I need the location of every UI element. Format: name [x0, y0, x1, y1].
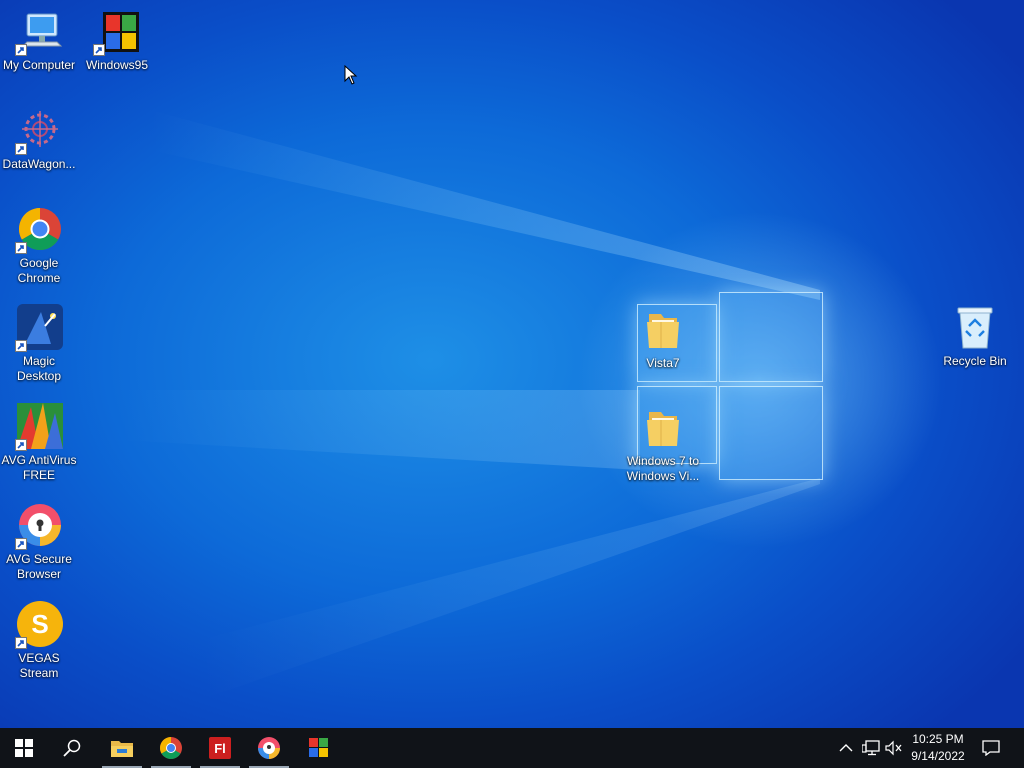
- desktop-icon-vegas-stream[interactable]: S VEGAS Stream: [0, 601, 78, 681]
- taskbar-file-explorer[interactable]: [98, 728, 146, 768]
- desktop-icon-windows95[interactable]: Windows95: [78, 8, 156, 73]
- desktop-icon-label: Magic Desktop: [16, 354, 62, 383]
- chrome-icon: [15, 206, 63, 254]
- action-center-button[interactable]: [981, 738, 1001, 758]
- desktop-icon-label: Google Chrome: [17, 256, 61, 285]
- taskbar: Fl 10:25 PM 9/14/2022: [0, 728, 1024, 768]
- taskbar-avg-secure-browser[interactable]: [245, 728, 293, 768]
- desktop-icon-label: AVG Secure Browser: [6, 552, 72, 581]
- windows-start-icon: [15, 739, 33, 757]
- notification-icon: [982, 740, 1000, 756]
- desktop-icon-magic-desktop[interactable]: Magic Desktop: [0, 304, 78, 384]
- search-button[interactable]: [48, 728, 96, 768]
- desktop-icon-datawagon[interactable]: DataWagon...: [0, 107, 78, 172]
- desktop-icon-label: Vista7: [646, 356, 680, 370]
- file-explorer-icon: [111, 741, 133, 757]
- recycle-bin-icon: [951, 304, 999, 352]
- desktop-icon-label: My Computer: [2, 58, 76, 72]
- taskbar-windows95[interactable]: [294, 728, 342, 768]
- computer-icon: [15, 8, 63, 56]
- windows95-logo-icon: [309, 738, 328, 757]
- desktop-icon-label: DataWagon...: [2, 157, 76, 171]
- svg-text:Fl: Fl: [214, 741, 226, 756]
- wallpaper-logo-pane-br: [719, 386, 823, 480]
- windows95-logo-icon: [93, 8, 141, 56]
- taskbar-flash-app[interactable]: Fl: [196, 728, 244, 768]
- network-icon: [862, 740, 880, 756]
- taskbar-google-chrome[interactable]: [147, 728, 195, 768]
- start-button[interactable]: [0, 728, 48, 768]
- magic-desktop-icon: [15, 304, 63, 352]
- desktop-icon-avg-secure-browser[interactable]: AVG Secure Browser: [0, 502, 78, 582]
- desktop-icon-avg-antivirus[interactable]: AVG AntiVirus FREE: [0, 403, 78, 483]
- wallpaper-light-beams: [120, 110, 820, 700]
- desktop-icon-label: VEGAS Stream: [18, 651, 60, 680]
- wallpaper-logo-pane-tr: [719, 292, 823, 382]
- clock-time: 10:25 PM: [912, 732, 964, 746]
- desktop-icon-my-computer[interactable]: My Computer: [0, 8, 78, 73]
- folder-icon: [639, 404, 687, 452]
- folder-icon: [639, 306, 687, 354]
- desktop-icon-label: Windows 7 to Windows Vi...: [626, 454, 700, 483]
- svg-text:S: S: [31, 609, 48, 639]
- search-icon: [63, 739, 81, 757]
- clock-date: 9/14/2022: [911, 749, 965, 763]
- desktop-icon-label: AVG AntiVirus FREE: [1, 453, 77, 482]
- desktop[interactable]: My Computer Windows95 DataWagon... Googl…: [0, 0, 1024, 728]
- desktop-icon-recycle-bin[interactable]: Recycle Bin: [936, 304, 1014, 369]
- avg-secure-browser-icon: [258, 737, 280, 759]
- vegas-stream-icon: S: [15, 601, 63, 649]
- desktop-icon-windows7-folder[interactable]: Windows 7 to Windows Vi...: [624, 404, 702, 484]
- chevron-up-icon: [839, 744, 853, 752]
- desktop-icon-google-chrome[interactable]: Google Chrome: [0, 206, 78, 286]
- network-tray-button[interactable]: [861, 738, 881, 758]
- datawagon-icon: [15, 107, 63, 155]
- show-hidden-icons-button[interactable]: [836, 738, 856, 758]
- desktop-icon-vista7-folder[interactable]: Vista7: [624, 306, 702, 371]
- flash-icon: Fl: [209, 737, 231, 759]
- taskbar-clock[interactable]: 10:25 PM 9/14/2022: [898, 731, 978, 765]
- avg-secure-browser-icon: [15, 502, 63, 550]
- desktop-icon-label: Recycle Bin: [943, 354, 1007, 368]
- avg-antivirus-icon: [15, 403, 63, 451]
- chrome-icon: [160, 737, 182, 759]
- desktop-icon-label: Windows95: [85, 58, 149, 72]
- mouse-cursor-icon: [344, 65, 358, 85]
